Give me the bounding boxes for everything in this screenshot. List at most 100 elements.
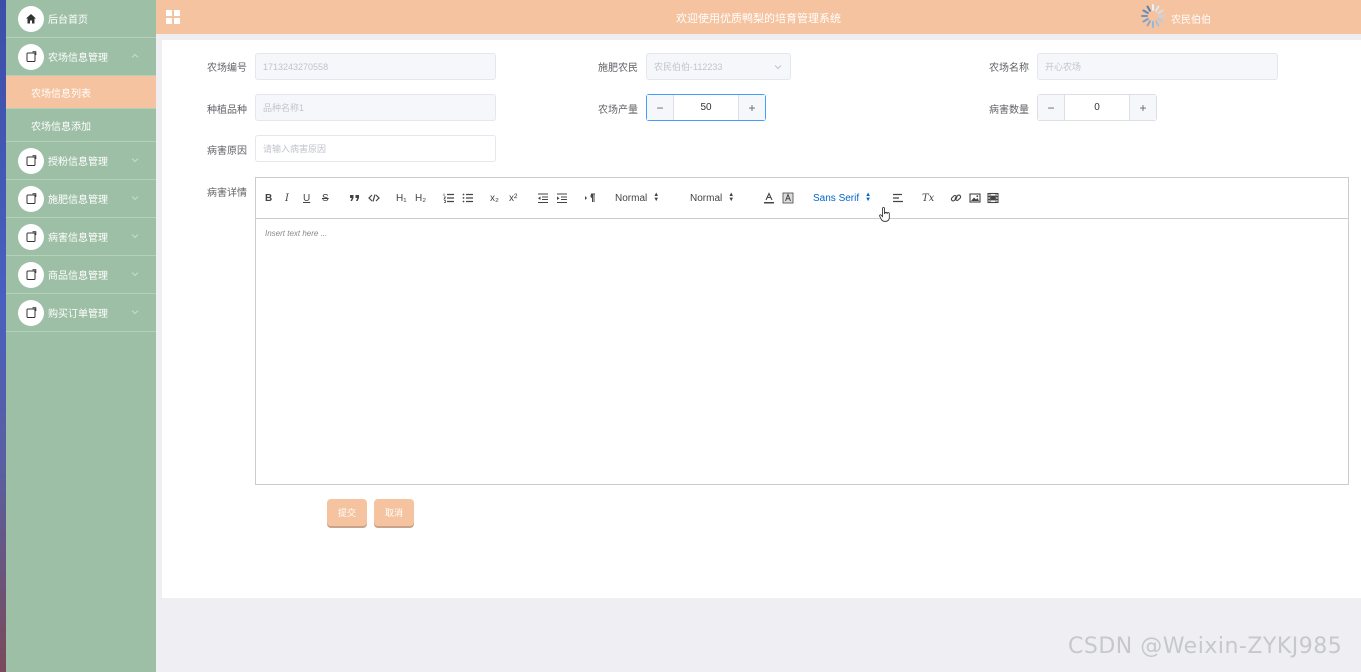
rich-text-editor: B I U S H₁ H₂ x₂ x² Normal ▲ ▼ Normal ▲ … (255, 177, 1349, 485)
sidebar-item-home[interactable]: 后台首页 (6, 0, 156, 38)
sidebar-item-pollination[interactable]: 授粉信息管理 (6, 142, 156, 180)
disease-cause-placeholder: 请输入病害原因 (263, 144, 327, 154)
indent-icon[interactable] (556, 190, 568, 206)
clean-format-button[interactable]: Tx (922, 190, 934, 206)
ordered-list-icon[interactable] (443, 190, 455, 206)
chevron-down-icon (131, 272, 139, 277)
disease-count-stepper[interactable]: − 0 + (1037, 94, 1157, 121)
disease-count-increase-button[interactable]: + (1129, 95, 1156, 120)
editor-toolbar: B I U S H₁ H₂ x₂ x² Normal ▲ ▼ Normal ▲ … (256, 178, 1348, 219)
editor-placeholder: Insert text here ... (265, 229, 328, 238)
sidebar: 后台首页 农场信息管理 农场信息列表 农场信息添加 授粉信息管理 施肥信息管理 … (6, 0, 156, 672)
farm-no-label: 农场编号 (207, 63, 247, 74)
sidebar-item-label: 商品信息管理 (48, 271, 108, 282)
yield-increase-button[interactable]: + (738, 95, 765, 120)
user-name[interactable]: 农民伯伯 (1171, 11, 1211, 26)
farm-name-label: 农场名称 (989, 63, 1029, 74)
farmer-select[interactable]: 农民伯伯-112233 (646, 53, 791, 80)
cancel-button[interactable]: 取消 (374, 499, 414, 526)
document-icon (18, 299, 44, 326)
chevron-down-icon (131, 310, 139, 315)
variety-placeholder: 品种名称1 (263, 103, 305, 113)
farm-no-value: 1713243270558 (263, 61, 329, 72)
code-block-icon[interactable] (368, 190, 380, 206)
header1-button[interactable]: H₁ (396, 190, 407, 206)
sidebar-item-fertilization[interactable]: 施肥信息管理 (6, 180, 156, 218)
farmer-label: 施肥农民 (598, 63, 638, 74)
farm-no-input[interactable]: 1713243270558 (255, 53, 496, 80)
sidebar-item-disease[interactable]: 病害信息管理 (6, 218, 156, 256)
blockquote-icon[interactable] (349, 190, 361, 206)
sidebar-item-products[interactable]: 商品信息管理 (6, 256, 156, 294)
document-icon (18, 43, 44, 70)
document-icon (18, 185, 44, 212)
chevron-down-icon (131, 196, 139, 201)
sidebar-subitem-farm-list[interactable]: 农场信息列表 (6, 76, 156, 109)
chevron-down-icon (774, 65, 782, 70)
background-color-icon[interactable] (782, 190, 794, 206)
disease-cause-input[interactable]: 请输入病害原因 (255, 135, 496, 162)
video-icon[interactable] (987, 190, 999, 206)
align-icon[interactable] (892, 190, 904, 206)
disease-count-label: 病害数量 (989, 105, 1029, 116)
sidebar-item-label: 病害信息管理 (48, 233, 108, 244)
outdent-icon[interactable] (537, 190, 549, 206)
farm-name-input[interactable]: 开心农场 (1037, 53, 1278, 80)
sidebar-subitem-label: 农场信息添加 (31, 121, 91, 133)
text-direction-icon[interactable] (584, 190, 596, 206)
sidebar-item-label: 农场信息管理 (48, 53, 108, 64)
variety-input[interactable]: 品种名称1 (255, 94, 496, 121)
yield-decrease-button[interactable]: − (647, 95, 674, 120)
disease-cause-label: 病害原因 (207, 146, 247, 157)
hand-cursor-icon (879, 207, 890, 222)
farm-form-card: 农场编号 1713243270558 施肥农民 农民伯伯-112233 农场名称… (162, 40, 1361, 598)
avatar-icon[interactable] (1140, 3, 1166, 29)
sidebar-item-label: 后台首页 (48, 15, 88, 26)
header2-button[interactable]: H₂ (415, 190, 426, 206)
superscript-button[interactable]: x² (509, 190, 517, 206)
sidebar-subitem-label: 农场信息列表 (31, 88, 91, 100)
chevron-down-icon (131, 234, 139, 239)
editor-content[interactable]: Insert text here ... (256, 219, 1348, 248)
sidebar-item-farm-management[interactable]: 农场信息管理 (6, 38, 156, 76)
sidebar-item-orders[interactable]: 购买订单管理 (6, 294, 156, 332)
document-icon (18, 261, 44, 288)
chevron-up-icon (131, 53, 139, 58)
disease-count-decrease-button[interactable]: − (1038, 95, 1065, 120)
header-picker[interactable]: Normal ▲ ▼ (690, 190, 734, 206)
underline-button[interactable]: U (303, 190, 310, 206)
chevron-down-icon (131, 158, 139, 163)
picker-arrows-icon: ▲ ▼ (728, 192, 735, 203)
header-picker-label: Normal (690, 192, 723, 204)
watermark: CSDN @Weixin-ZYKJ985 (1068, 634, 1343, 659)
size-picker[interactable]: Normal ▲ ▼ (615, 190, 659, 206)
image-icon[interactable] (969, 190, 981, 206)
italic-button[interactable]: I (285, 190, 289, 206)
farmer-value: 农民伯伯-112233 (654, 62, 723, 72)
subscript-button[interactable]: x₂ (490, 190, 499, 206)
strike-button[interactable]: S (322, 190, 329, 206)
disease-detail-label: 病害详情 (207, 188, 247, 199)
yield-stepper[interactable]: − 50 + (646, 94, 766, 121)
size-picker-label: Normal (615, 192, 648, 204)
sidebar-item-label: 授粉信息管理 (48, 157, 108, 168)
font-picker-label: Sans Serif (813, 192, 860, 204)
bullet-list-icon[interactable] (462, 190, 474, 206)
text-color-icon[interactable] (763, 190, 775, 206)
sidebar-item-label: 施肥信息管理 (48, 195, 108, 206)
submit-button[interactable]: 提交 (327, 499, 367, 526)
home-icon (18, 5, 44, 32)
document-icon (18, 223, 44, 250)
picker-arrows-icon: ▲ ▼ (865, 192, 872, 203)
link-icon[interactable] (950, 190, 962, 206)
bold-button[interactable]: B (265, 190, 272, 206)
picker-arrows-icon: ▲ ▼ (653, 192, 660, 203)
farm-name-placeholder: 开心农场 (1045, 62, 1082, 72)
document-icon (18, 147, 44, 174)
disease-count-value[interactable]: 0 (1065, 95, 1129, 120)
yield-label: 农场产量 (598, 105, 638, 116)
yield-value[interactable]: 50 (674, 95, 738, 120)
variety-label: 种植品种 (207, 105, 247, 116)
font-picker[interactable]: Sans Serif ▲ ▼ (813, 190, 871, 206)
sidebar-subitem-farm-add[interactable]: 农场信息添加 (6, 109, 156, 142)
